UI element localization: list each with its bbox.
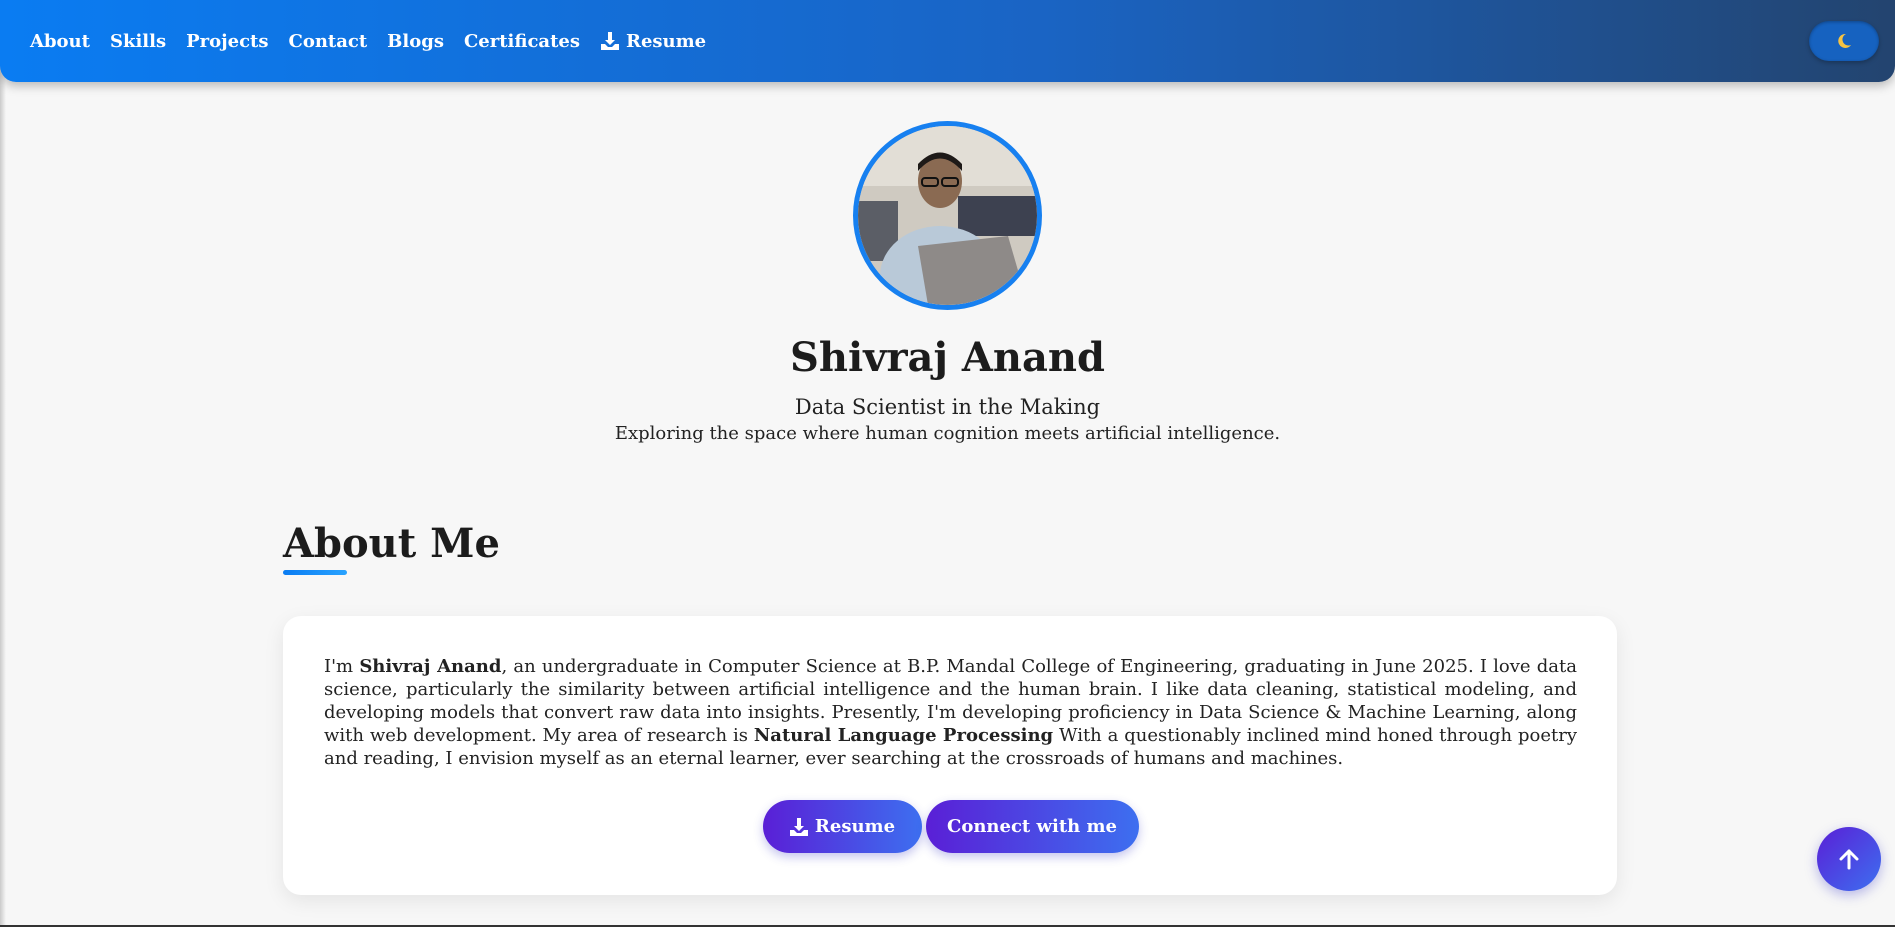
about-research-area: Natural Language Processing xyxy=(753,725,1054,746)
nav-link-contact[interactable]: Contact xyxy=(289,31,368,52)
nav-link-label: Certificates xyxy=(463,30,580,52)
nav-link-label: Resume xyxy=(625,30,707,52)
about-heading: About Me xyxy=(283,520,500,567)
about-intro-prefix: I'm xyxy=(324,656,360,677)
connect-button-label: Connect with me xyxy=(947,816,1117,837)
profile-photo xyxy=(858,126,1037,305)
nav-links: About Skills Projects Contact Blogs Cert… xyxy=(30,31,706,52)
nav-link-resume[interactable]: Resume xyxy=(600,31,706,52)
profile-avatar xyxy=(853,121,1042,310)
profile-tagline: Data Scientist in the Making xyxy=(794,395,1101,419)
about-card: I'm Shivraj Anand, an undergraduate in C… xyxy=(283,616,1617,895)
about-button-row: Resume Connect with me xyxy=(324,800,1577,853)
about-intro-name: Shivraj Anand xyxy=(359,656,502,677)
page: About Skills Projects Contact Blogs Cert… xyxy=(0,0,1895,927)
nav-link-projects[interactable]: Projects xyxy=(186,31,268,52)
theme-toggle-button[interactable] xyxy=(1809,21,1879,61)
download-icon xyxy=(789,817,808,836)
nav-link-label: Projects xyxy=(186,30,269,52)
about-text: I'm Shivraj Anand, an undergraduate in C… xyxy=(324,655,1577,770)
hero-section: Shivraj Anand Data Scientist in the Maki… xyxy=(0,121,1895,444)
scroll-to-top-button[interactable] xyxy=(1817,827,1881,891)
navbar: About Skills Projects Contact Blogs Cert… xyxy=(0,0,1895,82)
connect-button[interactable]: Connect with me xyxy=(925,800,1139,853)
download-icon xyxy=(600,32,619,50)
nav-link-label: Blogs xyxy=(387,30,444,52)
nav-link-skills[interactable]: Skills xyxy=(110,31,166,52)
nav-link-label: Contact xyxy=(288,30,368,52)
nav-link-about[interactable]: About xyxy=(30,31,90,52)
nav-link-label: Skills xyxy=(109,30,167,52)
arrow-up-icon xyxy=(1839,849,1859,870)
profile-name: Shivraj Anand xyxy=(790,334,1105,381)
resume-button[interactable]: Resume xyxy=(762,800,922,853)
about-heading-underline xyxy=(283,570,347,575)
profile-subline: Exploring the space where human cognitio… xyxy=(614,423,1281,444)
nav-link-label: About xyxy=(30,30,90,52)
resume-button-label: Resume xyxy=(814,816,896,837)
nav-link-certificates[interactable]: Certificates xyxy=(464,31,580,52)
moon-icon xyxy=(1838,33,1851,48)
nav-link-blogs[interactable]: Blogs xyxy=(387,31,444,52)
